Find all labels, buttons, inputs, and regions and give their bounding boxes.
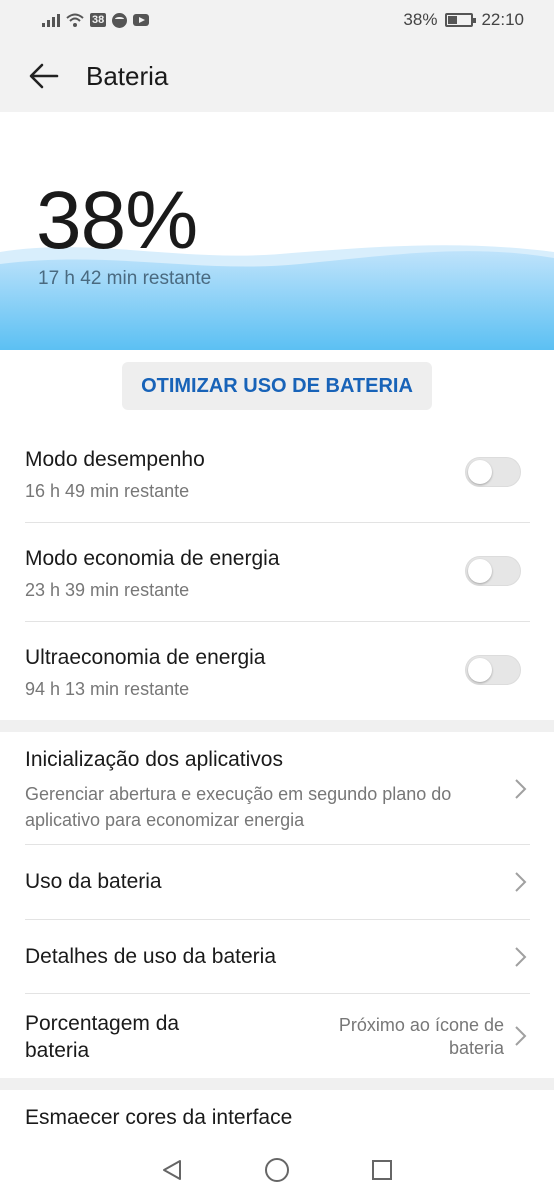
battery-usage-details-row[interactable]: Detalhes de uso da bateria: [0, 920, 554, 993]
signal-icon: [42, 13, 60, 27]
chevron-right-icon: [515, 779, 527, 799]
toggle-knob: [468, 559, 492, 583]
mode-title: Modo desempenho: [25, 448, 205, 471]
row-title: Uso da bateria: [25, 870, 162, 893]
triangle-back-icon: [163, 1160, 182, 1180]
page-title: Bateria: [86, 60, 169, 91]
battery-icon: [445, 13, 477, 27]
row-subtitle-line2: aplicativo para economizar energia: [25, 810, 305, 830]
row-title-line2: bateria: [25, 1039, 90, 1062]
row-title-line1: Porcentagem da: [25, 1012, 180, 1035]
row-subtitle-line1: Gerenciar abertura e execução em segundo…: [25, 784, 452, 804]
status-icons-right: 38% 22:10: [403, 10, 524, 30]
mode-subtitle: 23 h 39 min restante: [25, 580, 190, 600]
status-time: 22:10: [481, 10, 524, 29]
mode-title: Modo economia de energia: [25, 547, 280, 570]
chevron-right-icon: [515, 947, 527, 967]
notification-badge-icon: 38: [90, 13, 107, 27]
battery-percentage-value-line2: bateria: [448, 1038, 504, 1058]
performance-mode-toggle[interactable]: [465, 457, 521, 487]
section-separator: [0, 1078, 554, 1090]
power-saving-mode-toggle[interactable]: [465, 556, 521, 586]
wifi-icon: [66, 13, 84, 27]
chevron-right-icon: [515, 872, 527, 892]
battery-percentage-row[interactable]: Porcentagem da bateria Próximo ao ícone …: [0, 994, 554, 1078]
status-bar: 38 38% 22:10: [0, 0, 554, 40]
battery-hero: 38% 17 h 42 min restante: [0, 112, 554, 350]
nav-recents-button[interactable]: [367, 1155, 397, 1185]
square-recents-icon: [371, 1160, 392, 1180]
mode-row-performance[interactable]: Modo desempenho 16 h 49 min restante: [0, 440, 554, 522]
divider: [25, 522, 530, 523]
youtube-icon: [133, 14, 150, 26]
back-button[interactable]: [14, 46, 74, 106]
arrow-left-icon: [29, 63, 59, 89]
row-title: Esmaecer cores da interface: [25, 1106, 293, 1129]
mode-row-ultra-saving[interactable]: Ultraeconomia de energia 94 h 13 min res…: [0, 638, 554, 720]
optimize-battery-button[interactable]: OTIMIZAR USO DE BATERIA: [122, 362, 432, 410]
circle-home-icon: [264, 1158, 289, 1182]
chevron-right-icon: [515, 1026, 527, 1046]
nav-back-button[interactable]: [157, 1155, 187, 1185]
toggle-knob: [468, 460, 492, 484]
mode-subtitle: 94 h 13 min restante: [25, 679, 190, 699]
status-battery-percent: 38%: [403, 10, 438, 29]
navigation-bar: [0, 1140, 554, 1200]
app-bar: Bateria: [0, 40, 554, 112]
mode-title: Ultraeconomia de energia: [25, 646, 266, 669]
divider: [25, 621, 530, 622]
nav-home-button[interactable]: [262, 1155, 292, 1185]
section-separator: [0, 720, 554, 732]
ultra-saving-mode-toggle[interactable]: [465, 655, 521, 685]
toggle-knob: [468, 658, 492, 682]
row-title: Detalhes de uso da bateria: [25, 945, 277, 968]
battery-usage-row[interactable]: Uso da bateria: [0, 845, 554, 919]
battery-remaining-time: 17 h 42 min restante: [38, 268, 212, 289]
battery-percent-large: 38%: [36, 175, 198, 266]
spotify-icon: [112, 12, 128, 28]
status-icons-left: 38: [42, 12, 150, 28]
mode-subtitle: 16 h 49 min restante: [25, 481, 190, 501]
mode-row-power-saving[interactable]: Modo economia de energia 23 h 39 min res…: [0, 539, 554, 621]
fade-colors-row[interactable]: Esmaecer cores da interface: [0, 1090, 554, 1140]
app-launch-row[interactable]: Inicialização dos aplicativos Gerenciar …: [0, 732, 554, 844]
row-title: Inicialização dos aplicativos: [25, 748, 283, 771]
